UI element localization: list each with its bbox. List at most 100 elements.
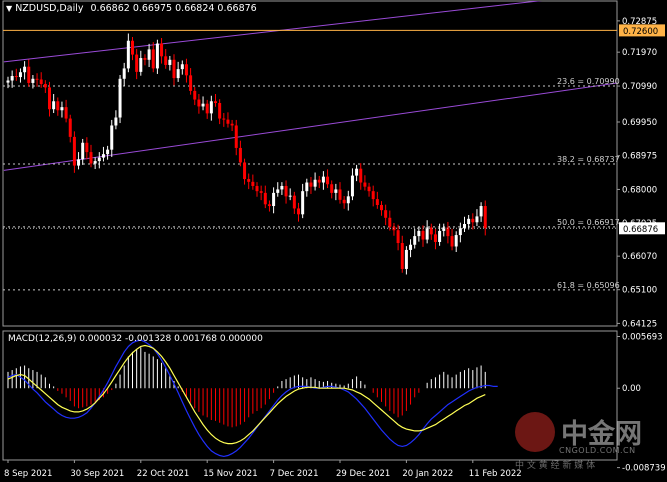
candle-body <box>409 244 413 250</box>
candle-body <box>201 103 205 107</box>
candle-body <box>147 49 151 60</box>
candle-body <box>114 117 118 126</box>
collapse-icon[interactable]: ▼ <box>6 4 12 13</box>
candle-body <box>48 87 51 110</box>
candle-body <box>31 78 35 83</box>
candle-body <box>230 123 234 126</box>
candle-body <box>172 59 176 79</box>
candle-body <box>334 189 338 193</box>
candle-body <box>14 76 18 78</box>
candle-body <box>255 185 259 192</box>
candle-body <box>251 181 255 186</box>
candle-body <box>118 78 122 118</box>
candle-body <box>384 210 388 218</box>
candle-body <box>438 230 442 242</box>
time-axis-label: 7 Dec 2021 <box>270 469 319 479</box>
candle-body <box>404 249 408 269</box>
candle-body <box>101 154 105 158</box>
candle-body <box>284 185 288 197</box>
candle-body <box>93 161 97 164</box>
candle-body <box>321 176 325 183</box>
candle-body <box>218 102 222 119</box>
candle-body <box>297 208 300 215</box>
candle-body <box>309 182 313 187</box>
candle-body <box>222 118 226 120</box>
candle-body <box>330 184 334 193</box>
watermark-subtitle: 中 文 黄 经 新 媒 体 <box>515 461 596 471</box>
candle-body <box>193 90 197 100</box>
candle-body <box>110 125 114 150</box>
candle-body <box>305 182 309 192</box>
price-axis-label: 0.64125 <box>622 319 657 329</box>
candle-body <box>450 236 454 247</box>
candle-body <box>168 59 172 65</box>
macd-axis-label: 0.005693 <box>622 333 663 343</box>
symbol-label: NZDUSD,Daily <box>15 3 84 14</box>
price-axis-label: 0.66070 <box>622 252 657 262</box>
candle-body <box>35 78 39 80</box>
candle-body <box>139 58 143 72</box>
candle-body <box>85 142 89 153</box>
macd-label: MACD(12,26,9) 0.000032 -0.001328 0.00176… <box>8 334 263 344</box>
price-axis-label: 0.68975 <box>622 152 657 162</box>
candle-body <box>272 192 276 207</box>
candle-body <box>475 216 479 223</box>
candle-body <box>375 199 379 205</box>
candle-body <box>367 186 371 192</box>
fib-level-label: 23.6 = 0.70990 <box>557 77 620 86</box>
time-axis-label: 22 Oct 2021 <box>137 469 190 479</box>
candle-body <box>23 66 27 73</box>
candle-body <box>355 168 359 176</box>
channel-group <box>3 1 617 171</box>
candle-body <box>371 191 375 200</box>
macd-axis-label: 0.00 <box>622 384 641 394</box>
candle-body <box>267 204 271 207</box>
candle-body <box>301 191 305 215</box>
candle-body <box>346 196 350 204</box>
candle-body <box>313 179 317 187</box>
price-axis-label: 0.65100 <box>622 286 657 296</box>
candle-body <box>64 107 68 119</box>
fib-level-label: 50.0 = 0.66917 <box>557 218 620 227</box>
candle-body <box>43 83 47 88</box>
candle-body <box>205 103 209 114</box>
candle-body <box>126 40 130 69</box>
watermark-site: CNGOLD.COM.CN <box>559 446 636 455</box>
price-axis-label: 0.71970 <box>622 48 657 58</box>
candle-body <box>10 76 14 81</box>
candle-body <box>359 168 363 183</box>
candle-body <box>417 230 421 237</box>
candle-body <box>380 204 383 211</box>
candle-body <box>131 40 134 55</box>
candle-body <box>197 99 201 107</box>
candle-body <box>263 192 267 205</box>
candle-body <box>433 234 437 242</box>
candle-body <box>276 189 280 193</box>
candle-body <box>425 227 429 240</box>
chart-window: 0.738650.728750.719700.709900.699500.689… <box>0 0 667 482</box>
candle-body <box>388 217 392 227</box>
fib-level-label: 38.2 = 0.68737 <box>557 155 620 164</box>
candle-body <box>400 243 404 269</box>
price-axis-label: 0.68000 <box>622 185 657 195</box>
time-axis-label: 30 Sep 2021 <box>70 469 124 479</box>
candle-body <box>350 175 354 197</box>
candle-body <box>243 162 247 180</box>
candle-body <box>164 56 168 65</box>
candle-body <box>396 230 400 244</box>
candle-body <box>143 58 147 60</box>
candle-body <box>160 43 164 57</box>
candle-body <box>209 101 213 114</box>
candle-body <box>6 80 10 83</box>
time-axis-label: 8 Sep 2021 <box>4 469 52 479</box>
candle-body <box>338 189 342 200</box>
candle-body <box>77 159 81 166</box>
price-axis-label: 0.70990 <box>622 82 657 92</box>
candle-body <box>226 119 230 124</box>
candle-body <box>176 69 180 79</box>
candle-body <box>151 49 155 69</box>
channel-line <box>3 82 617 171</box>
candle-body <box>342 199 346 204</box>
candle-body <box>122 68 126 79</box>
candle-body <box>27 66 31 83</box>
